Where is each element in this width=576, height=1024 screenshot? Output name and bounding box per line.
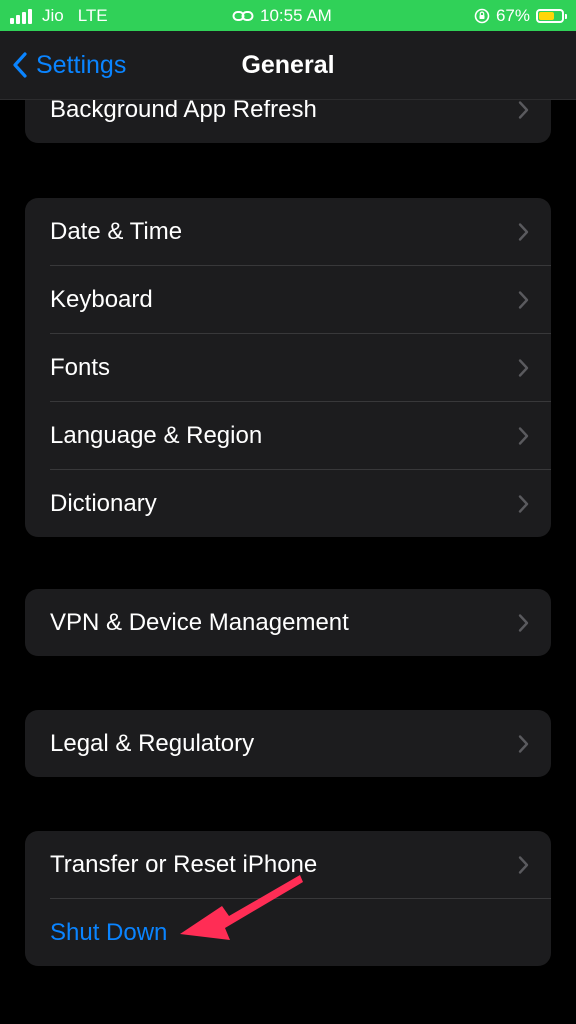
- back-label: Settings: [36, 50, 127, 79]
- settings-group-vpn: VPN & Device Management: [25, 589, 551, 656]
- chevron-right-icon: [518, 855, 529, 874]
- row-label: Keyboard: [50, 285, 153, 313]
- chevron-right-icon: [518, 290, 529, 309]
- settings-group-legal: Legal & Regulatory: [25, 710, 551, 777]
- chevron-left-icon: [13, 52, 27, 78]
- back-button[interactable]: Settings: [12, 31, 126, 99]
- row-label: VPN & Device Management: [50, 608, 349, 636]
- chevron-right-icon: [518, 222, 529, 241]
- row-label: Fonts: [50, 353, 111, 381]
- row-keyboard[interactable]: Keyboard: [25, 266, 551, 333]
- battery-level-fill: [539, 11, 554, 20]
- status-bar: Jio LTE 10:55 AM 67%: [0, 0, 576, 31]
- status-center: 10:55 AM: [232, 0, 332, 31]
- screen: Jio LTE 10:55 AM 67% Settings General Ba…: [0, 0, 576, 1024]
- row-label: Legal & Regulatory: [50, 729, 255, 757]
- chevron-right-icon: [518, 494, 529, 513]
- row-label: Language & Region: [50, 421, 263, 449]
- row-label: Dictionary: [50, 489, 157, 517]
- shut-down-button[interactable]: Shut Down: [25, 899, 551, 966]
- row-transfer-reset-iphone[interactable]: Transfer or Reset iPhone: [25, 831, 551, 898]
- status-left: Jio LTE: [10, 0, 108, 31]
- status-time: 10:55 AM: [260, 5, 332, 25]
- row-label: Shut Down: [50, 918, 168, 946]
- row-legal-regulatory[interactable]: Legal & Regulatory: [25, 710, 551, 777]
- row-language-region[interactable]: Language & Region: [25, 402, 551, 469]
- navigation-bar: Settings General: [0, 31, 576, 100]
- battery-icon: [536, 8, 567, 23]
- chevron-right-icon: [518, 613, 529, 632]
- row-label: Transfer or Reset iPhone: [50, 850, 318, 878]
- row-vpn-device-management[interactable]: VPN & Device Management: [25, 589, 551, 656]
- row-dictionary[interactable]: Dictionary: [25, 470, 551, 537]
- orientation-lock-icon: [474, 8, 490, 23]
- signal-icon: [10, 8, 32, 24]
- chevron-right-icon: [518, 734, 529, 753]
- row-date-time[interactable]: Date & Time: [25, 198, 551, 265]
- row-label: Date & Time: [50, 217, 183, 245]
- carrier-name: Jio: [42, 5, 64, 25]
- battery-percent: 67%: [495, 5, 530, 25]
- row-fonts[interactable]: Fonts: [25, 334, 551, 401]
- hotspot-link-icon: [232, 10, 254, 21]
- chevron-right-icon: [518, 100, 529, 119]
- settings-group-locale: Date & Time Keyboard Fonts Language & Re…: [25, 198, 551, 537]
- chevron-right-icon: [518, 358, 529, 377]
- status-right: 67%: [474, 0, 567, 31]
- network-type: LTE: [77, 5, 108, 25]
- chevron-right-icon: [518, 426, 529, 445]
- settings-group-reset: Transfer or Reset iPhone Shut Down: [25, 831, 551, 966]
